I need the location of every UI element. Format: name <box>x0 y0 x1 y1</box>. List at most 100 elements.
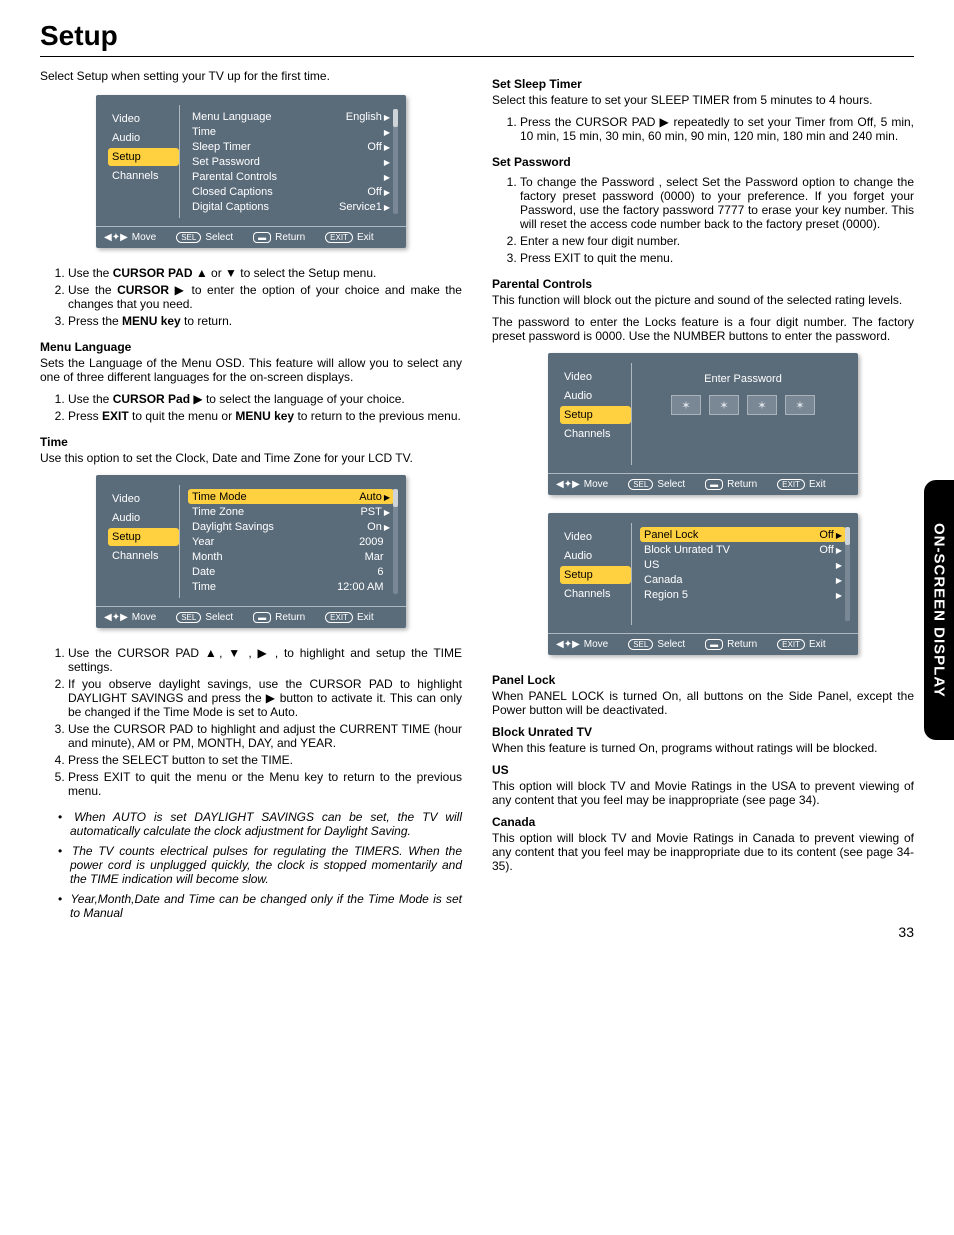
osd-row: Time <box>192 124 390 139</box>
osd-label: Daylight Savings <box>192 521 274 533</box>
setup-steps: Use the CURSOR PAD ▲ or ▼ to select the … <box>40 266 462 328</box>
list-item: Press EXIT to quit the menu or the Menu … <box>68 770 462 798</box>
heading-time: Time <box>40 435 462 449</box>
osd-label: Canada <box>644 574 683 586</box>
password-digit: ✶ <box>785 395 815 415</box>
osd-value: On <box>340 521 390 533</box>
osd-row: Panel LockOff <box>640 527 846 542</box>
osd-label: Block Unrated TV <box>644 544 730 556</box>
return-icon: ▬ <box>253 232 271 243</box>
body-parental-2: The password to enter the Locks feature … <box>492 315 914 343</box>
list-item: If you observe daylight savings, use the… <box>68 677 462 719</box>
osd-label: Time Mode <box>192 491 247 503</box>
heading-us: US <box>492 763 914 777</box>
heading-menu-language: Menu Language <box>40 340 462 354</box>
osd-row: Digital Captions Service1 <box>192 199 390 214</box>
osd-value <box>792 574 842 586</box>
osd-label: Closed Captions <box>192 186 273 198</box>
osd-tab-setup: Setup <box>560 406 631 424</box>
page-number: 33 <box>898 924 914 940</box>
move-icon: ◀✦▶ <box>104 232 128 243</box>
menu-language-steps: Use the CURSOR Pad ▶ to select the langu… <box>40 392 462 423</box>
osd-row: Menu LanguageEnglish <box>192 109 390 124</box>
osd-label: Panel Lock <box>644 529 698 541</box>
body-block-unrated: When this feature is turned On, programs… <box>492 741 914 755</box>
osd-value: 12:00 AM <box>337 581 390 593</box>
osd-tab-video: Video <box>108 110 179 128</box>
osd-value <box>340 156 390 168</box>
osd-setup-menu: VideoAudioSetupChannels Menu LanguageEng… <box>96 95 406 248</box>
exit-icon: EXIT <box>325 232 353 243</box>
right-column: Set Sleep Timer Select this feature to s… <box>492 69 914 932</box>
list-item: Use the CURSOR PAD ▲, ▼ , ▶ , to highlig… <box>68 646 462 674</box>
osd-tab-video: Video <box>108 490 179 508</box>
osd-tab-channels: Channels <box>560 585 631 603</box>
osd-value <box>792 589 842 601</box>
heading-panel-lock: Panel Lock <box>492 673 914 687</box>
scrollbar <box>393 109 398 214</box>
osd-tab-channels: Channels <box>108 547 179 565</box>
osd-value: Auto <box>340 491 390 503</box>
osd-tab-audio: Audio <box>560 387 631 405</box>
enter-password-label: Enter Password <box>644 373 842 385</box>
osd-value: Off <box>340 186 390 198</box>
osd-label: Menu Language <box>192 111 272 123</box>
osd-row: Block Unrated TVOff <box>644 542 842 557</box>
list-item: Press EXIT to quit the menu. <box>520 251 914 265</box>
osd-value <box>792 559 842 571</box>
osd-row: Sleep Timer Off <box>192 139 390 154</box>
body-time: Use this option to set the Clock, Date a… <box>40 451 462 465</box>
scrollbar <box>393 489 398 594</box>
osd-time-menu: VideoAudioSetupChannels Time ModeAutoTim… <box>96 475 406 628</box>
osd-tab-setup: Setup <box>560 566 631 584</box>
osd-label: Sleep Timer <box>192 141 251 153</box>
osd-value: Service1 <box>339 201 390 213</box>
password-digit: ✶ <box>747 395 777 415</box>
body-panel-lock: When PANEL LOCK is turned On, all button… <box>492 689 914 717</box>
password-steps: To change the Password , select Set the … <box>492 175 914 265</box>
osd-value: Off <box>340 141 390 153</box>
osd-enter-password: VideoAudioSetupChannels Enter Password ✶… <box>548 353 858 495</box>
osd-label: Date <box>192 566 215 578</box>
password-digit: ✶ <box>671 395 701 415</box>
osd-row: Daylight Savings On <box>192 519 390 534</box>
osd-label: Parental Controls <box>192 171 277 183</box>
osd-parental-menu: VideoAudioSetupChannels Panel LockOffBlo… <box>548 513 858 655</box>
scrollbar <box>845 527 850 621</box>
osd-label: Time <box>192 126 216 138</box>
heading-block-unrated: Block Unrated TV <box>492 725 914 739</box>
osd-label: US <box>644 559 659 571</box>
body-parental-1: This function will block out the picture… <box>492 293 914 307</box>
osd-row: Date6 <box>192 564 390 579</box>
sel-icon: SEL <box>176 232 201 243</box>
osd-row: Closed Captions Off <box>192 184 390 199</box>
osd-tab-setup: Setup <box>108 528 179 546</box>
side-tab: ON-SCREEN DISPLAY <box>924 480 954 740</box>
list-item: To change the Password , select Set the … <box>520 175 914 231</box>
osd-tab-audio: Audio <box>108 509 179 527</box>
osd-tab-audio: Audio <box>108 129 179 147</box>
osd-footer: ◀✦▶Move SELSelect ▬Return EXITExit <box>96 226 406 248</box>
osd-label: Month <box>192 551 223 563</box>
osd-tab-video: Video <box>560 528 631 546</box>
list-item: Year,Month,Date and Time can be changed … <box>70 892 462 920</box>
osd-label: Set Password <box>192 156 260 168</box>
heading-canada: Canada <box>492 815 914 829</box>
list-item: Use the CURSOR PAD to highlight and adju… <box>68 722 462 750</box>
osd-label: Digital Captions <box>192 201 269 213</box>
osd-value <box>340 126 390 138</box>
osd-row: Canada <box>644 572 842 587</box>
time-notes: When AUTO is set DAYLIGHT SAVINGS can be… <box>70 810 462 920</box>
osd-tab-channels: Channels <box>108 167 179 185</box>
osd-row: Time ZonePST <box>192 504 390 519</box>
osd-label: Year <box>192 536 214 548</box>
osd-row: Time 12:00 AM <box>192 579 390 594</box>
osd-label: Time <box>192 581 216 593</box>
list-item: Press the CURSOR PAD ▶ repeatedly to set… <box>520 115 914 143</box>
osd-value: Mar <box>340 551 390 563</box>
page-title: Setup <box>40 20 914 52</box>
body-menu-language: Sets the Language of the Menu OSD. This … <box>40 356 462 384</box>
osd-value <box>340 171 390 183</box>
sleep-steps: Press the CURSOR PAD ▶ repeatedly to set… <box>492 115 914 143</box>
osd-tab-video: Video <box>560 368 631 386</box>
